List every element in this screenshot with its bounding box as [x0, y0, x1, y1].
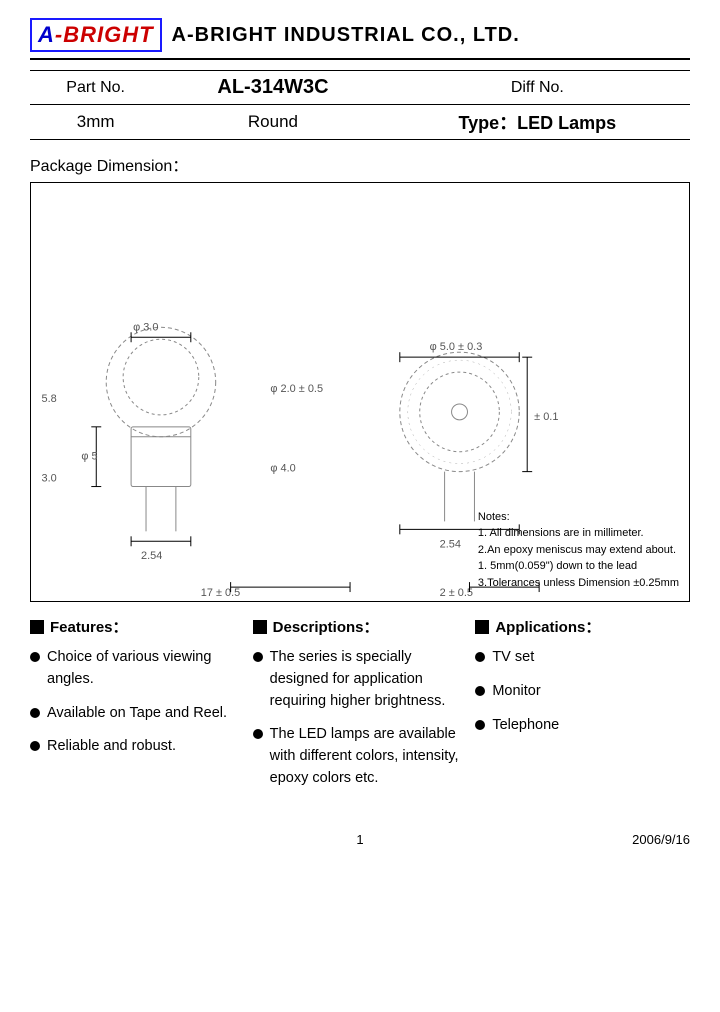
- applications-item-1: TV set: [475, 647, 690, 669]
- header-divider: [30, 58, 690, 60]
- descriptions-item-2-text: The LED lamps are available with differe…: [270, 724, 468, 789]
- circle-bullet-icon: [475, 720, 485, 730]
- features-header: Features：: [30, 616, 245, 637]
- applications-item-3: Telephone: [475, 715, 690, 737]
- notes-line2: 2.An epoxy meniscus may extend about.: [478, 542, 679, 559]
- applications-item-3-text: Telephone: [492, 715, 559, 737]
- svg-text:φ 2.0 ± 0.5: φ 2.0 ± 0.5: [270, 383, 323, 395]
- svg-text:± 0.1: ± 0.1: [534, 411, 558, 423]
- svg-text:φ 5: φ 5: [81, 451, 97, 463]
- features-item-2: Available on Tape and Reel.: [30, 703, 245, 725]
- circle-bullet-icon: [253, 652, 263, 662]
- svg-text:2.54: 2.54: [141, 550, 162, 562]
- applications-header-label: Applications：: [495, 616, 600, 637]
- part-no-value: AL-314W3C: [161, 71, 384, 105]
- svg-text:φ 4.0: φ 4.0: [270, 463, 295, 475]
- svg-text:17 ± 0.5: 17 ± 0.5: [201, 587, 240, 599]
- applications-column: Applications： TV set Monitor Telephone: [475, 616, 690, 802]
- features-item-3: Reliable and robust.: [30, 736, 245, 758]
- logo-a: A: [38, 22, 55, 47]
- features-column: Features： Choice of various viewing angl…: [30, 616, 245, 802]
- svg-text:2.54: 2.54: [440, 538, 461, 550]
- type-label: Type：LED Lamps: [385, 105, 690, 140]
- footer-date: 2006/9/16: [610, 832, 690, 847]
- descriptions-item-1: The series is specially designed for app…: [253, 647, 468, 712]
- circle-bullet-icon: [475, 686, 485, 696]
- package-dimension-title: Package Dimension：: [30, 152, 690, 176]
- features-item-2-text: Available on Tape and Reel.: [47, 703, 227, 725]
- size-label: 3mm: [30, 105, 161, 140]
- logo-box: A-BRIGHT: [30, 18, 162, 52]
- applications-item-2: Monitor: [475, 681, 690, 703]
- applications-header: Applications：: [475, 616, 690, 637]
- notes-line1: 1. All dimensions are in millimeter.: [478, 525, 679, 542]
- features-item-1-text: Choice of various viewing angles.: [47, 647, 245, 691]
- svg-text:φ 5.0 ± 0.3: φ 5.0 ± 0.3: [430, 341, 483, 353]
- descriptions-item-1-text: The series is specially designed for app…: [270, 647, 468, 712]
- notes-line3: 1. 5mm(0.059") down to the lead: [478, 558, 679, 575]
- svg-text:2 ± 0.5: 2 ± 0.5: [440, 587, 473, 599]
- company-name: A-BRIGHT INDUSTRIAL CO., LTD.: [172, 24, 520, 47]
- descriptions-column: Descriptions： The series is specially de…: [253, 616, 468, 802]
- circle-bullet-icon: [475, 652, 485, 662]
- shape-label: Round: [161, 105, 384, 140]
- features-item-3-text: Reliable and robust.: [47, 736, 176, 758]
- features-item-1: Choice of various viewing angles.: [30, 647, 245, 691]
- svg-text:5.8: 5.8: [42, 393, 57, 405]
- notes-box: Notes: 1. All dimensions are in millimet…: [478, 509, 679, 592]
- diff-no-label: Diff No.: [385, 71, 690, 105]
- descriptions-header-label: Descriptions：: [273, 616, 379, 637]
- package-dimension-box: φ 5 φ 3.0 2.54 5.8 3.0 φ 5.0 ± 0.3 2.54: [30, 182, 690, 602]
- logo-text: A-BRIGHT: [38, 22, 154, 48]
- footer: 1 2006/9/16: [30, 832, 690, 847]
- applications-item-2-text: Monitor: [492, 681, 540, 703]
- applications-bullet-icon: [475, 620, 489, 634]
- circle-bullet-icon: [253, 729, 263, 739]
- circle-bullet-icon: [30, 741, 40, 751]
- features-bullet-icon: [30, 620, 44, 634]
- notes-line4: 3.Tolerances unless Dimension ±0.25mm: [478, 575, 679, 592]
- descriptions-bullet-icon: [253, 620, 267, 634]
- descriptions-header: Descriptions：: [253, 616, 468, 637]
- info-columns: Features： Choice of various viewing angl…: [30, 616, 690, 802]
- descriptions-item-2: The LED lamps are available with differe…: [253, 724, 468, 789]
- header: A-BRIGHT A-BRIGHT INDUSTRIAL CO., LTD.: [30, 18, 690, 52]
- svg-text:3.0: 3.0: [42, 473, 57, 485]
- svg-text:φ 3.0: φ 3.0: [133, 321, 158, 333]
- page-number: 1: [110, 832, 610, 847]
- notes-heading: Notes:: [478, 509, 679, 526]
- part-no-label: Part No.: [30, 71, 161, 105]
- logo-bright: -BRIGHT: [55, 22, 154, 47]
- features-header-label: Features：: [50, 616, 128, 637]
- circle-bullet-icon: [30, 652, 40, 662]
- circle-bullet-icon: [30, 708, 40, 718]
- applications-item-1-text: TV set: [492, 647, 534, 669]
- part-info-table: Part No. AL-314W3C Diff No. 3mm Round Ty…: [30, 70, 690, 140]
